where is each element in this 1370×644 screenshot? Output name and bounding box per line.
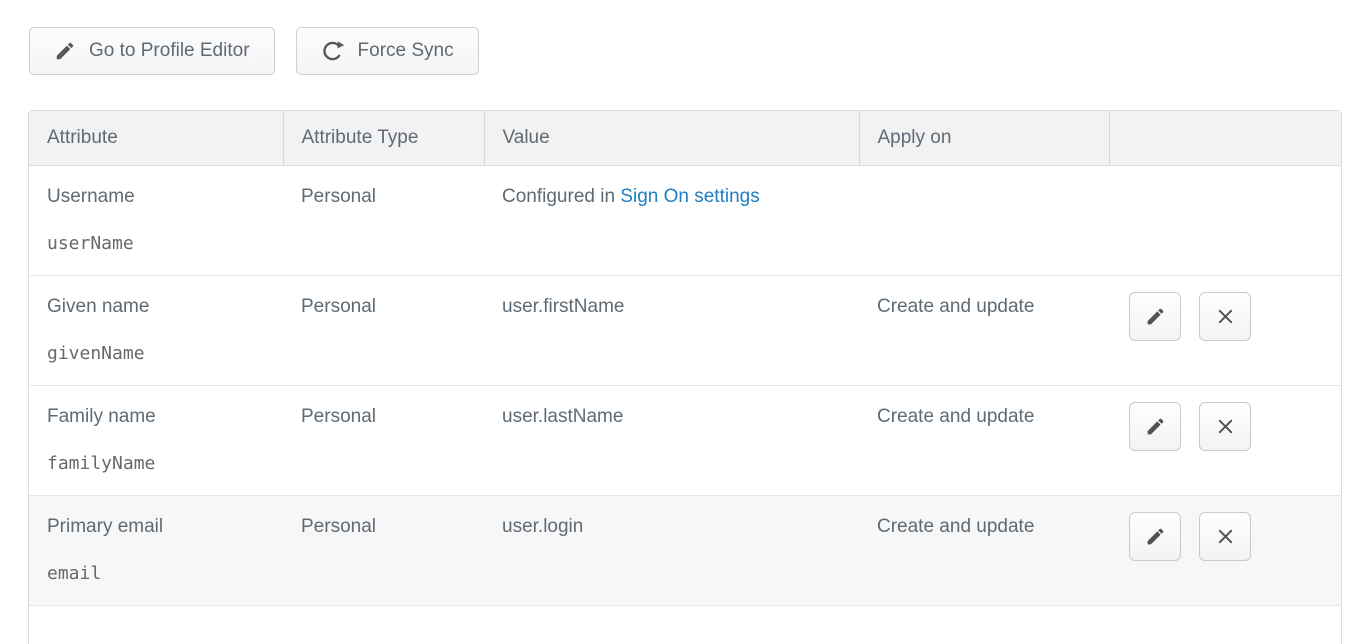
- close-icon: [1215, 306, 1236, 327]
- value-cell: user.firstName: [484, 275, 859, 385]
- close-icon: [1215, 526, 1236, 547]
- apply-on-cell: Create and update: [859, 275, 1109, 385]
- toolbar: Go to Profile Editor Force Sync: [29, 27, 479, 75]
- column-header-attribute: Attribute: [29, 111, 283, 165]
- attribute-cell: Primary email email: [29, 495, 283, 605]
- sign-on-settings-link[interactable]: Sign On settings: [620, 186, 759, 207]
- table-header-row: Attribute Attribute Type Value Apply on: [29, 111, 1341, 165]
- edit-attribute-button[interactable]: [1129, 402, 1181, 451]
- actions-cell: [1109, 275, 1341, 385]
- pencil-icon: [1145, 416, 1166, 437]
- attribute-label: Primary email: [47, 514, 265, 540]
- force-sync-label: Force Sync: [358, 40, 454, 62]
- table-row-given-name: Given name givenName Personal user.first…: [29, 275, 1341, 385]
- column-header-value: Value: [484, 111, 859, 165]
- attribute-label: Username: [47, 184, 265, 210]
- attribute-cell: Family name familyName: [29, 385, 283, 495]
- value-cell: user.lastName: [484, 385, 859, 495]
- go-to-profile-editor-label: Go to Profile Editor: [89, 40, 250, 62]
- apply-on-cell: Create and update: [859, 385, 1109, 495]
- pencil-icon: [1145, 526, 1166, 547]
- attribute-type-cell: Personal: [283, 385, 484, 495]
- actions-cell: [1109, 385, 1341, 495]
- value-cell: user.login: [484, 495, 859, 605]
- partial-row-cell: [29, 605, 1341, 644]
- actions-cell: [1109, 165, 1341, 275]
- edit-attribute-button[interactable]: [1129, 292, 1181, 341]
- value-text: Configured in: [502, 186, 620, 207]
- column-header-apply-on: Apply on: [859, 111, 1109, 165]
- edit-attribute-button[interactable]: [1129, 512, 1181, 561]
- attribute-label: Given name: [47, 294, 265, 320]
- table-row-partial: [29, 605, 1341, 644]
- column-header-attribute-type: Attribute Type: [283, 111, 484, 165]
- attribute-variable-name: email: [47, 561, 265, 587]
- force-sync-button[interactable]: Force Sync: [296, 27, 479, 75]
- attribute-variable-name: familyName: [47, 451, 265, 477]
- pencil-icon: [54, 40, 76, 62]
- delete-attribute-button[interactable]: [1199, 292, 1251, 341]
- attribute-type-cell: Personal: [283, 165, 484, 275]
- close-icon: [1215, 416, 1236, 437]
- actions-cell: [1109, 495, 1341, 605]
- pencil-icon: [1145, 306, 1166, 327]
- refresh-icon: [321, 39, 345, 63]
- apply-on-cell: Create and update: [859, 495, 1109, 605]
- delete-attribute-button[interactable]: [1199, 402, 1251, 451]
- column-header-actions: [1109, 111, 1341, 165]
- attribute-variable-name: userName: [47, 231, 265, 257]
- attribute-type-cell: Personal: [283, 275, 484, 385]
- go-to-profile-editor-button[interactable]: Go to Profile Editor: [29, 27, 275, 75]
- attribute-mappings-table: Attribute Attribute Type Value Apply on …: [28, 110, 1342, 644]
- attribute-variable-name: givenName: [47, 341, 265, 367]
- table-row-username: Username userName Personal Configured in…: [29, 165, 1341, 275]
- attribute-type-cell: Personal: [283, 495, 484, 605]
- table-row-family-name: Family name familyName Personal user.las…: [29, 385, 1341, 495]
- attribute-label: Family name: [47, 404, 265, 430]
- apply-on-cell: [859, 165, 1109, 275]
- attribute-mappings-page: Go to Profile Editor Force Sync Attribut…: [0, 0, 1370, 644]
- value-cell: Configured in Sign On settings: [484, 165, 859, 275]
- attribute-cell: Given name givenName: [29, 275, 283, 385]
- delete-attribute-button[interactable]: [1199, 512, 1251, 561]
- table-row-primary-email: Primary email email Personal user.login …: [29, 495, 1341, 605]
- attribute-cell: Username userName: [29, 165, 283, 275]
